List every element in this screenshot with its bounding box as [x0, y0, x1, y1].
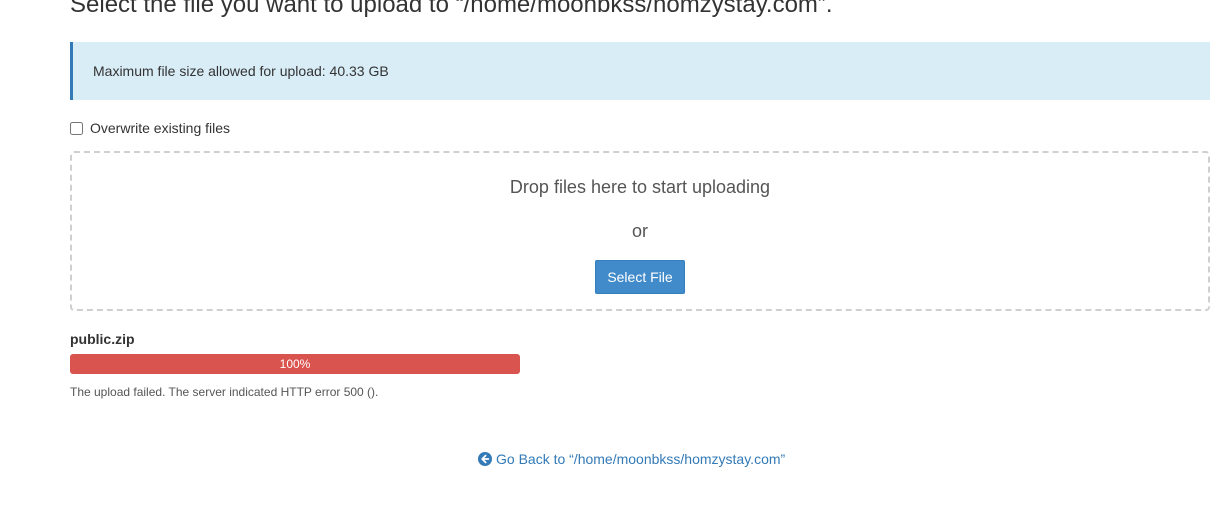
- max-size-text: Maximum file size allowed for upload: 40…: [93, 63, 389, 79]
- page-title: Select the file you want to upload to “/…: [70, 0, 833, 18]
- overwrite-checkbox[interactable]: [70, 121, 83, 135]
- overwrite-option[interactable]: Overwrite existing files: [70, 120, 230, 136]
- go-back-label: Go Back to “/home/moonbkss/homzystay.com…: [496, 451, 786, 467]
- arrow-circle-left-icon: [478, 452, 492, 466]
- upload-progress-fill: 100%: [70, 354, 520, 374]
- upload-progress-label: 100%: [279, 357, 311, 371]
- uploaded-file-name: public.zip: [70, 331, 135, 347]
- or-separator: or: [631, 221, 648, 241]
- upload-progress-bar: 100%: [70, 354, 520, 374]
- overwrite-label: Overwrite existing files: [90, 120, 231, 136]
- max-size-alert: Maximum file size allowed for upload: 40…: [70, 42, 1210, 100]
- file-dropzone[interactable]: Drop files here to start uploading or Se…: [70, 151, 1210, 311]
- upload-error-message: The upload failed. The server indicated …: [70, 385, 379, 399]
- upload-page: Select the file you want to upload to “/…: [0, 0, 1222, 508]
- select-file-button[interactable]: Select File: [595, 260, 685, 294]
- drop-files-text: Drop files here to start uploading: [509, 177, 771, 197]
- go-back-link[interactable]: Go Back to “/home/moonbkss/homzystay.com…: [478, 451, 785, 467]
